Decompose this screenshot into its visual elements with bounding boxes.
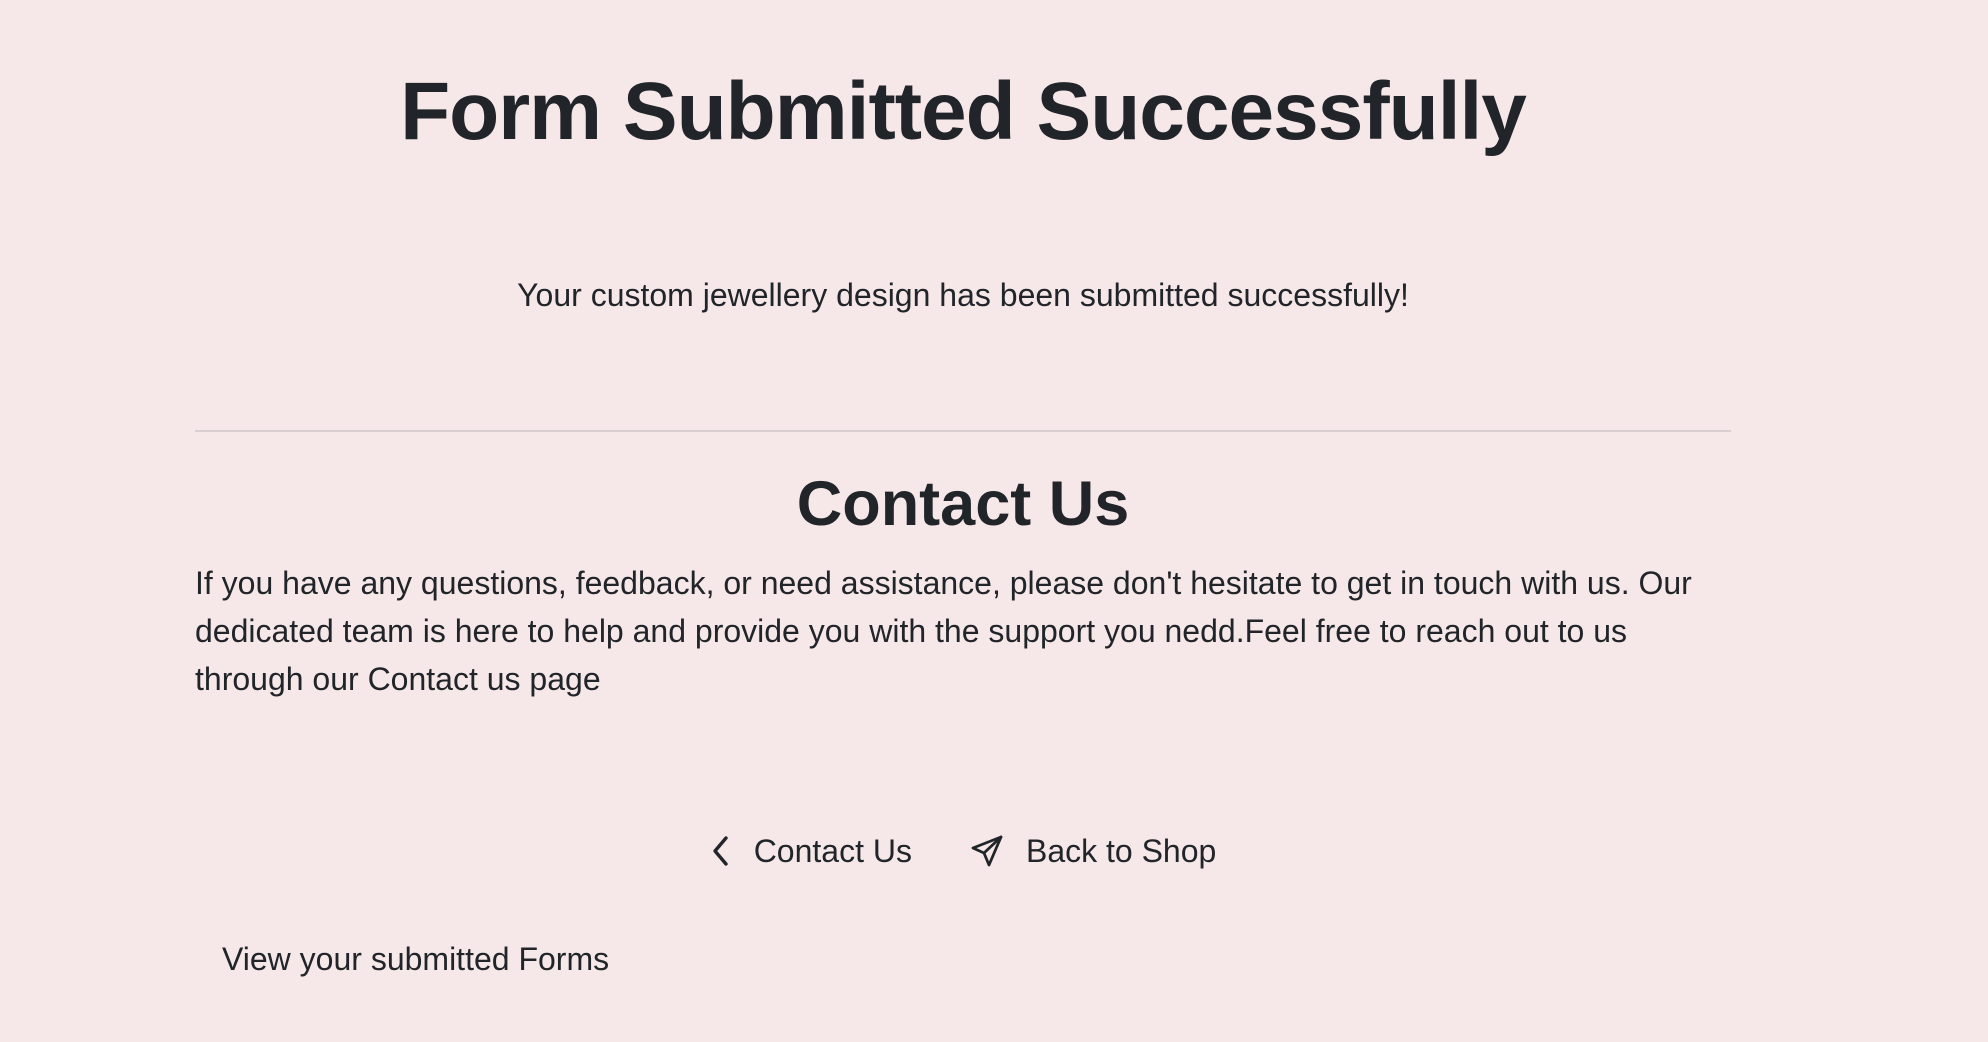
section-divider [195,430,1731,432]
view-submitted-forms-link[interactable]: View your submitted Forms [222,939,609,979]
contact-description: If you have any questions, feedback, or … [195,565,1692,697]
chevron-left-icon [710,834,732,868]
contact-us-label: Contact Us [753,833,912,869]
action-links: Contact Us Back to Shop [195,826,1731,876]
back-to-shop-label: Back to Shop [1025,833,1217,869]
contact-heading: Contact Us [796,469,1130,539]
page-title: Form Submitted Successfully [400,66,1527,157]
contact-us-button[interactable]: Contact Us [710,831,912,871]
back-to-shop-button[interactable]: Back to Shop [970,831,1216,871]
success-message: Your custom jewellery design has been su… [517,277,1409,313]
send-icon [970,834,1004,868]
page-container: Form Submitted Successfully Your custom … [195,0,1731,1042]
